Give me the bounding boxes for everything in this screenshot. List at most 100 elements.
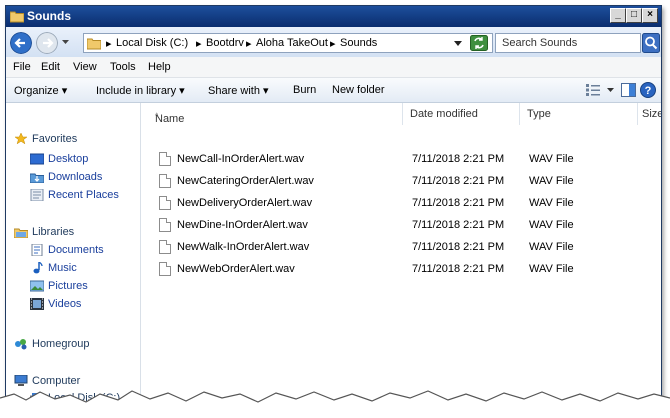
column-header-label: Size bbox=[642, 108, 662, 120]
file-date: 7/11/2018 2:21 PM bbox=[412, 219, 505, 231]
music-icon bbox=[33, 262, 43, 274]
recent-pages-chevron-icon[interactable] bbox=[62, 40, 69, 45]
column-header-date-modified[interactable]: Date modified bbox=[403, 103, 520, 125]
menu-view[interactable]: View bbox=[73, 61, 97, 73]
help-icon[interactable]: ? bbox=[640, 82, 656, 98]
column-header-size[interactable]: Size bbox=[638, 103, 661, 125]
menu-help[interactable]: Help bbox=[148, 61, 171, 73]
file-name: NewWalk-InOrderAlert.wav bbox=[177, 241, 310, 253]
file-type: WAV File bbox=[529, 263, 574, 275]
nav-label: Libraries bbox=[32, 226, 75, 238]
libraries-icon bbox=[14, 228, 28, 238]
menu-tools[interactable]: Tools bbox=[110, 61, 136, 73]
window-title: Sounds bbox=[27, 9, 71, 23]
file-icon bbox=[159, 174, 171, 188]
explorer-window: Sounds _ □ × ▸ Local Disk (C:) ▸ Bootdrv… bbox=[5, 5, 662, 405]
view-dropdown-icon[interactable] bbox=[607, 88, 614, 92]
organize-button[interactable]: Organize ▾ bbox=[14, 84, 67, 97]
pictures-icon bbox=[30, 280, 44, 292]
include-in-library-button[interactable]: Include in library ▾ bbox=[96, 84, 185, 97]
torn-edge-decoration bbox=[0, 390, 670, 418]
preview-pane-icon[interactable] bbox=[621, 83, 636, 97]
file-row[interactable]: NewCateringOrderAlert.wav 7/11/2018 2:21… bbox=[141, 170, 641, 192]
include-in-library-label: Include in library bbox=[96, 85, 177, 97]
desktop-icon bbox=[30, 153, 44, 165]
documents-icon bbox=[31, 244, 43, 256]
star-icon bbox=[14, 133, 28, 145]
breadcrumb-local-disk[interactable]: Local Disk (C:) bbox=[116, 37, 188, 49]
column-header-type[interactable]: Type bbox=[520, 103, 638, 125]
column-header-label: Type bbox=[527, 108, 551, 120]
file-row[interactable]: NewDine-InOrderAlert.wav 7/11/2018 2:21 … bbox=[141, 214, 641, 236]
folder-icon bbox=[87, 38, 101, 50]
address-bar-area: ▸ Local Disk (C:) ▸ Bootdrv ▸ Aloha Take… bbox=[6, 27, 661, 57]
nav-label: Desktop bbox=[48, 153, 89, 165]
file-type: WAV File bbox=[529, 241, 574, 253]
search-placeholder: Search Sounds bbox=[502, 37, 578, 49]
forward-arrow-icon[interactable] bbox=[36, 32, 58, 54]
breadcrumb-aloha-takeout[interactable]: Aloha TakeOut bbox=[256, 37, 328, 49]
maximize-button[interactable]: □ bbox=[626, 8, 642, 23]
breadcrumb-sounds[interactable]: Sounds bbox=[340, 37, 377, 49]
new-folder-button[interactable]: New folder bbox=[332, 84, 385, 96]
file-row[interactable]: NewDeliveryOrderAlert.wav 7/11/2018 2:21… bbox=[141, 192, 641, 214]
column-header-label: Date modified bbox=[410, 108, 478, 120]
organize-label: Organize bbox=[14, 85, 59, 97]
nav-label: Homegroup bbox=[32, 338, 90, 350]
recent-places-icon bbox=[30, 189, 44, 201]
file-name: NewWebOrderAlert.wav bbox=[177, 263, 295, 275]
file-icon bbox=[159, 240, 171, 254]
burn-button[interactable]: Burn bbox=[293, 84, 316, 96]
nav-label: Favorites bbox=[32, 133, 78, 145]
file-icon bbox=[159, 262, 171, 276]
svg-text:?: ? bbox=[645, 85, 652, 97]
close-button[interactable]: × bbox=[642, 8, 658, 23]
folder-icon bbox=[10, 11, 24, 23]
file-date: 7/11/2018 2:21 PM bbox=[412, 241, 505, 253]
file-date: 7/11/2018 2:21 PM bbox=[412, 175, 505, 187]
videos-icon bbox=[30, 298, 44, 310]
file-type: WAV File bbox=[529, 153, 574, 165]
file-icon bbox=[159, 196, 171, 210]
file-type: WAV File bbox=[529, 197, 574, 209]
search-input[interactable]: Search Sounds bbox=[495, 33, 641, 53]
file-row[interactable]: NewWebOrderAlert.wav 7/11/2018 2:21 PM W… bbox=[141, 258, 641, 280]
downloads-icon bbox=[30, 173, 44, 183]
column-header-name[interactable]: Name ^ bbox=[141, 103, 403, 125]
title-bar: Sounds _ □ × bbox=[6, 6, 661, 27]
file-name: NewDeliveryOrderAlert.wav bbox=[177, 197, 313, 209]
address-input[interactable]: ▸ Local Disk (C:) ▸ Bootdrv ▸ Aloha Take… bbox=[83, 33, 493, 53]
file-icon bbox=[159, 218, 171, 232]
file-date: 7/11/2018 2:21 PM bbox=[412, 153, 505, 165]
file-type: WAV File bbox=[529, 219, 574, 231]
file-date: 7/11/2018 2:21 PM bbox=[412, 263, 505, 275]
share-with-label: Share with bbox=[208, 85, 260, 97]
file-row[interactable]: NewWalk-InOrderAlert.wav 7/11/2018 2:21 … bbox=[141, 236, 641, 258]
view-options-icon[interactable] bbox=[586, 84, 600, 96]
file-list: Name ^ Date modified Type Size NewCall-I… bbox=[141, 103, 661, 404]
refresh-icon[interactable] bbox=[470, 35, 488, 51]
file-row[interactable]: NewCall-InOrderAlert.wav 7/11/2018 2:21 … bbox=[141, 148, 641, 170]
file-icon bbox=[159, 152, 171, 166]
command-bar: Organize ▾ Include in library ▾ Share wi… bbox=[6, 78, 661, 103]
nav-label: Music bbox=[48, 262, 77, 274]
breadcrumb-separator: ▸ bbox=[106, 38, 112, 50]
file-date: 7/11/2018 2:21 PM bbox=[412, 197, 505, 209]
nav-label: Downloads bbox=[48, 171, 103, 183]
menu-file[interactable]: File bbox=[13, 61, 31, 73]
nav-label: Videos bbox=[48, 298, 82, 310]
breadcrumb-separator: ▸ bbox=[246, 38, 252, 50]
back-arrow-icon[interactable] bbox=[10, 32, 32, 54]
search-icon[interactable] bbox=[642, 33, 660, 53]
column-header-label: Name bbox=[155, 113, 185, 125]
nav-label: Recent Places bbox=[48, 189, 119, 201]
sort-ascending-icon: ^ bbox=[155, 113, 159, 120]
file-name: NewDine-InOrderAlert.wav bbox=[177, 219, 308, 231]
address-dropdown-icon[interactable] bbox=[454, 41, 462, 46]
menu-edit[interactable]: Edit bbox=[41, 61, 60, 73]
breadcrumb-bootdrv[interactable]: Bootdrv bbox=[206, 37, 244, 49]
menu-bar: File Edit View Tools Help bbox=[6, 57, 661, 78]
file-type: WAV File bbox=[529, 175, 574, 187]
minimize-button[interactable]: _ bbox=[610, 8, 626, 23]
share-with-button[interactable]: Share with ▾ bbox=[208, 84, 269, 97]
